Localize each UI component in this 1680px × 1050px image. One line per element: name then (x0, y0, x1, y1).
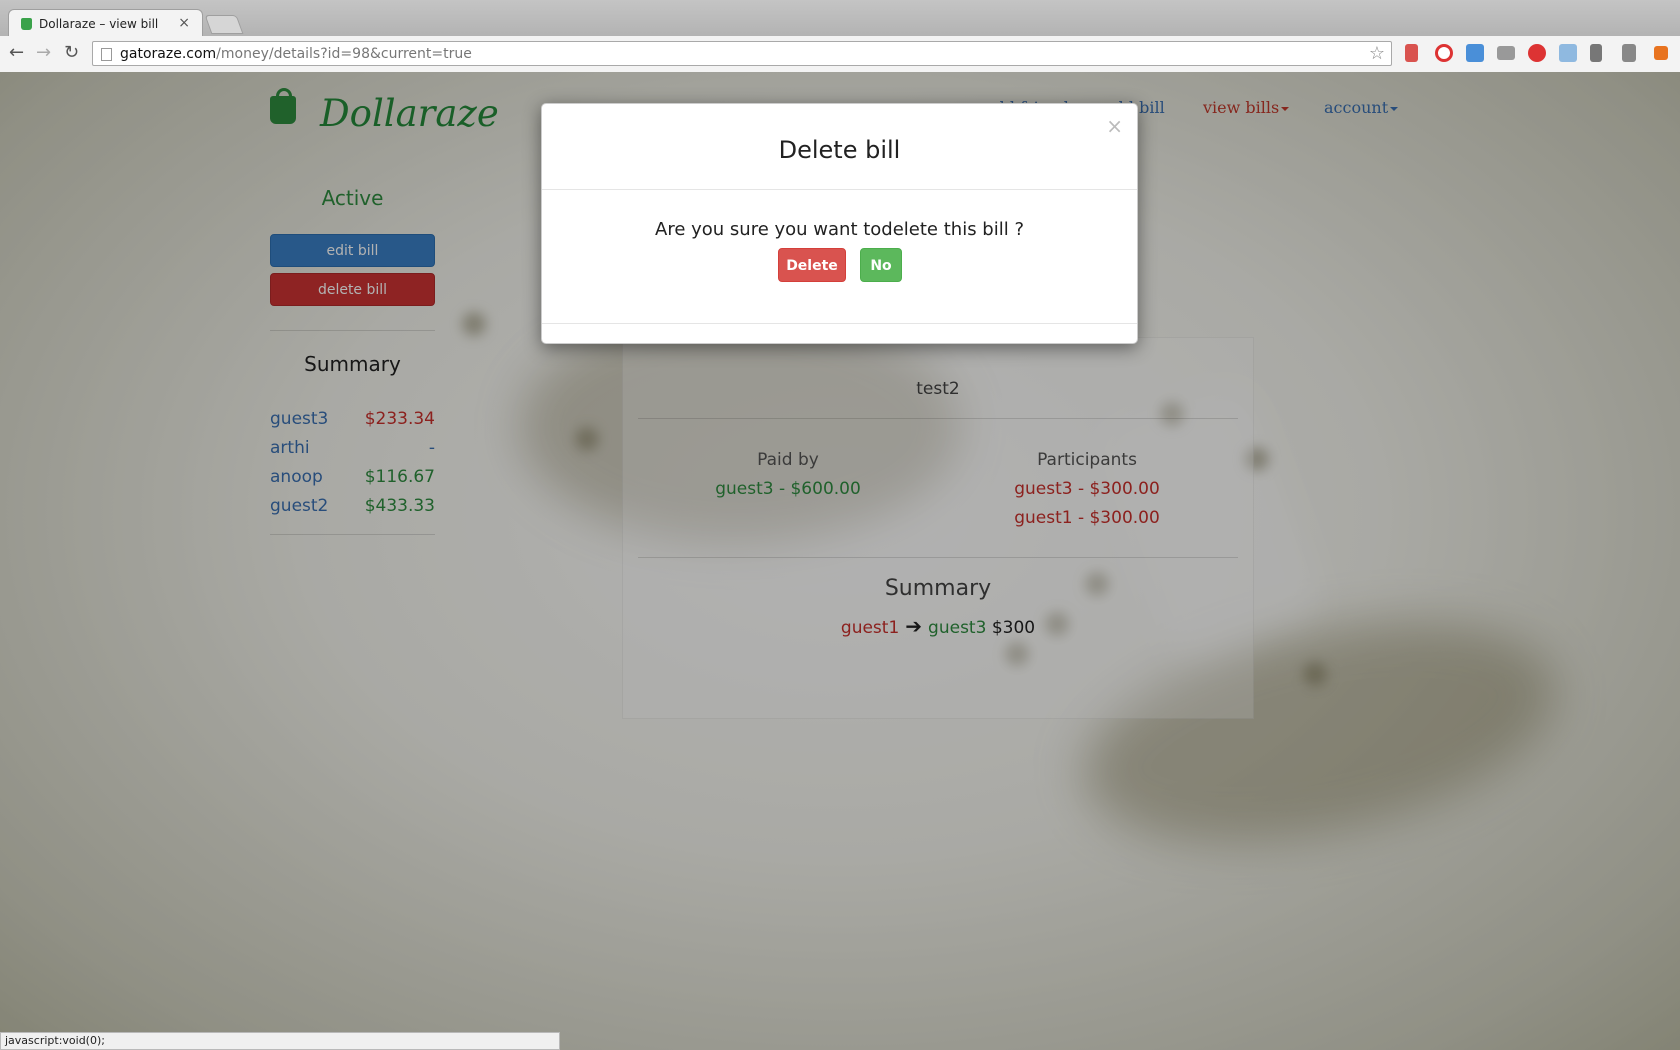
cancel-no-button[interactable]: No (860, 248, 902, 282)
delete-bill-modal: × Delete bill Are you sure you want tode… (541, 103, 1138, 344)
tab-close-icon[interactable]: × (178, 15, 190, 31)
shopping-bag-favicon-icon (21, 18, 32, 30)
modal-title: Delete bill (778, 136, 901, 164)
tab-title: Dollaraze – view bill (39, 17, 159, 31)
browser-tabstrip: Dollaraze – view bill × (0, 0, 1680, 37)
bookmark-star-icon[interactable]: ☆ (1369, 43, 1385, 64)
eyedropper-icon[interactable] (1590, 44, 1602, 62)
url-text: gatoraze.com/money/details?id=98&current… (120, 46, 472, 62)
browser-tab[interactable]: Dollaraze – view bill × (8, 9, 203, 37)
modal-close-icon[interactable]: × (1106, 114, 1123, 138)
url-path: /money/details?id=98&current=true (216, 46, 472, 62)
forward-arrow-icon[interactable]: → (36, 42, 51, 63)
url-host: gatoraze.com (120, 46, 217, 62)
cast-icon[interactable] (1497, 46, 1515, 60)
bookmark-extension-icon[interactable] (1405, 44, 1418, 62)
adblock-icon[interactable] (1528, 44, 1546, 62)
confirm-delete-button[interactable]: Delete (778, 248, 846, 282)
modal-footer-divider (542, 323, 1137, 324)
new-tab-button[interactable] (204, 15, 244, 34)
audio-extension-icon[interactable] (1622, 44, 1636, 62)
record-extension-icon[interactable] (1435, 44, 1453, 62)
modal-header-divider (542, 189, 1137, 190)
reload-icon[interactable]: ↻ (64, 42, 79, 63)
back-arrow-icon[interactable]: ← (9, 42, 24, 63)
chrome-menu-icon[interactable] (1654, 46, 1668, 60)
jetbrains-icon[interactable] (1559, 44, 1577, 62)
modal-message: Are you sure you want todelete this bill… (655, 219, 1024, 240)
page-icon (101, 48, 112, 61)
browser-toolbar: ← → ↻ gatoraze.com/money/details?id=98&c… (0, 36, 1680, 73)
browser-status-bar: javascript:void(0); (0, 1032, 560, 1050)
new-extension-icon[interactable] (1466, 44, 1484, 62)
address-bar[interactable]: gatoraze.com/money/details?id=98&current… (92, 41, 1392, 66)
